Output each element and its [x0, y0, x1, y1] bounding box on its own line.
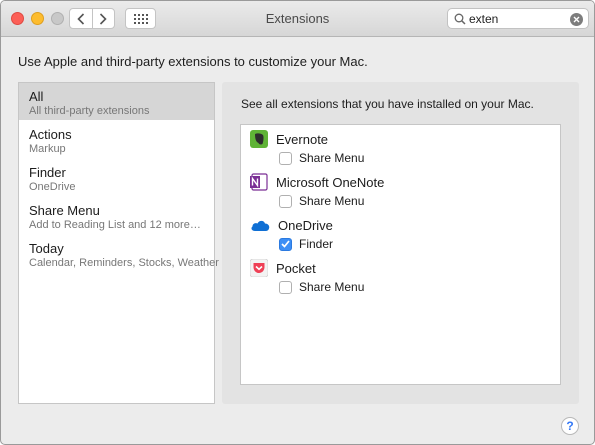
extension-label: Share Menu: [299, 194, 365, 208]
app-row-onenote: Microsoft OneNote: [250, 173, 384, 191]
extension-row-onenote-share-menu[interactable]: Share Menu: [279, 193, 364, 209]
extensions-panel: See all extensions that you have install…: [222, 82, 579, 404]
app-row-evernote: Evernote: [250, 130, 328, 148]
sidebar-item-sublabel: Calendar, Reminders, Stocks, Weather: [29, 257, 219, 269]
extension-label: Share Menu: [299, 151, 365, 165]
app-row-onedrive: OneDrive: [250, 216, 333, 234]
search-field[interactable]: exten: [447, 8, 589, 29]
sidebar-item-sublabel: All third-party extensions: [29, 105, 150, 117]
sidebar-item-all[interactable]: All All third-party extensions: [19, 83, 214, 120]
sidebar-item-label: All: [29, 89, 44, 104]
app-name: OneDrive: [278, 217, 333, 233]
sidebar-item-today[interactable]: Today Calendar, Reminders, Stocks, Weath…: [19, 235, 219, 273]
sidebar-item-label: Today: [29, 241, 64, 256]
extension-checkbox[interactable]: [279, 194, 292, 208]
sidebar-item-sublabel: Add to Reading List and 12 more…: [29, 219, 201, 231]
extension-checkbox[interactable]: [279, 280, 292, 294]
help-button[interactable]: ?: [561, 417, 579, 435]
sidebar-item-actions[interactable]: Actions Markup: [19, 121, 214, 159]
panel-heading: See all extensions that you have install…: [241, 97, 534, 111]
extensions-list: Evernote Share Menu Microsoft OneNote Sh…: [240, 124, 561, 385]
app-name: Microsoft OneNote: [276, 174, 385, 190]
evernote-icon: [250, 130, 268, 148]
sidebar-item-label: Share Menu: [29, 203, 100, 218]
app-row-pocket: Pocket: [250, 259, 316, 277]
search-input[interactable]: exten: [469, 12, 498, 26]
sidebar-item-label: Actions: [29, 127, 72, 142]
pocket-icon: [250, 259, 268, 277]
onenote-icon: [250, 173, 268, 191]
sidebar-item-finder[interactable]: Finder OneDrive: [19, 159, 214, 197]
app-name: Evernote: [276, 131, 329, 147]
app-name: Pocket: [276, 260, 316, 276]
search-icon: [454, 13, 466, 25]
category-sidebar: All All third-party extensions Actions M…: [18, 82, 219, 404]
extension-checkbox[interactable]: [279, 237, 292, 251]
sidebar-item-label: Finder: [29, 165, 66, 180]
checkmark-icon: [281, 240, 290, 248]
sidebar-item-sublabel: Markup: [29, 143, 66, 155]
extension-checkbox[interactable]: [279, 151, 292, 165]
extension-row-pocket-share-menu[interactable]: Share Menu: [279, 279, 364, 295]
extensions-window: Extensions exten Use Apple and third-par…: [0, 0, 595, 445]
extension-label: Finder: [299, 237, 334, 251]
onedrive-icon: [251, 220, 270, 231]
close-icon: [573, 16, 580, 23]
title-bar: Extensions exten: [1, 1, 594, 37]
extension-label: Share Menu: [299, 280, 365, 294]
extension-row-evernote-share-menu[interactable]: Share Menu: [279, 150, 364, 166]
extension-row-onedrive-finder[interactable]: Finder: [279, 236, 333, 252]
page-description: Use Apple and third-party extensions to …: [18, 54, 368, 69]
clear-search-button[interactable]: [570, 13, 583, 26]
sidebar-item-share-menu[interactable]: Share Menu Add to Reading List and 12 mo…: [19, 197, 214, 235]
sidebar-item-sublabel: OneDrive: [29, 181, 76, 193]
